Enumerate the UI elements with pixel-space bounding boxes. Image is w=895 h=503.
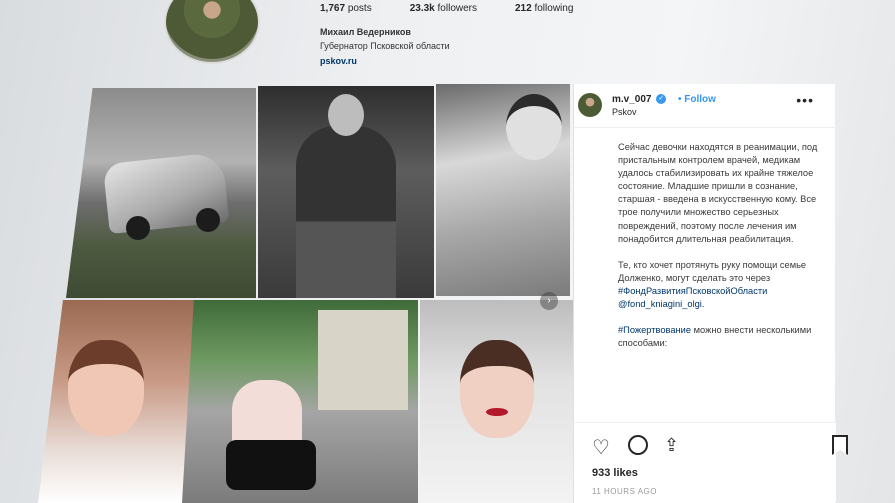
post-avatar[interactable] — [578, 93, 602, 117]
share-icon[interactable]: ⇪ — [664, 435, 679, 456]
carousel-indicator-icon: › — [540, 292, 558, 310]
post-timestamp: 11 HOURS AGO — [592, 487, 657, 496]
post-actions: ♡ ⇪ 933 likes 11 HOURS AGO — [574, 422, 848, 502]
post-location[interactable]: Pskov — [612, 107, 637, 117]
comment-icon[interactable] — [628, 435, 648, 455]
photo-grid: › — [0, 0, 580, 503]
photo-girl-closeup[interactable] — [420, 300, 576, 503]
mention-link[interactable]: @fond_kniagini_olgi. — [618, 298, 832, 311]
likes-count[interactable]: 933 likes — [592, 467, 638, 479]
caption-paragraph: #Пожертвование можно внести несколькими … — [618, 325, 812, 349]
more-options-icon[interactable]: ••• — [796, 92, 814, 108]
photo-crashed-car[interactable] — [66, 88, 256, 298]
heart-icon[interactable]: ♡ — [592, 435, 610, 460]
photo-girl-sitting[interactable] — [182, 300, 418, 503]
post-username[interactable]: m.v_007 ✓ — [612, 94, 667, 105]
photo-girl-braids[interactable] — [38, 300, 194, 503]
verified-badge-icon: ✓ — [656, 94, 667, 105]
hashtag-link[interactable]: #Пожертвование — [618, 325, 691, 335]
follow-button[interactable]: • Follow — [678, 94, 716, 105]
caption-paragraph: Сейчас девочки находятся в реанимации, п… — [618, 142, 818, 244]
post-header: m.v_007 ✓ • Follow Pskov ••• — [574, 84, 836, 128]
post-caption: Сейчас девочки находятся в реанимации, п… — [618, 141, 832, 363]
photo-man-portrait[interactable] — [258, 86, 434, 298]
hashtag-link[interactable]: #ФондРазвитияПсковскойОбласти — [618, 285, 832, 298]
post-panel: m.v_007 ✓ • Follow Pskov ••• Сейчас дево… — [573, 84, 848, 503]
caption-paragraph: Те, кто хочет протянуть руку помощи семь… — [618, 259, 832, 311]
photo-woman-portrait[interactable] — [436, 84, 570, 296]
